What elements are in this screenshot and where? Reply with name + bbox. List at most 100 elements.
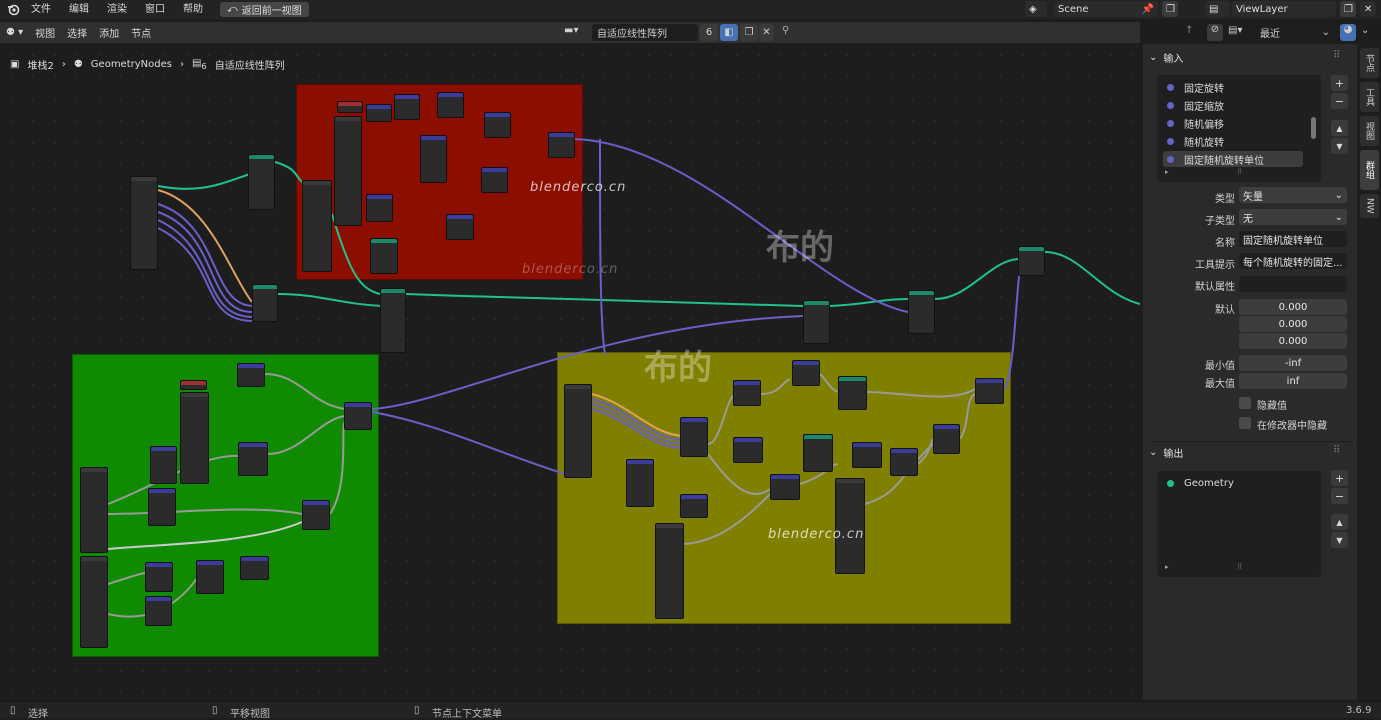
fake-user-icon[interactable]: ◧: [720, 24, 738, 41]
node[interactable]: [420, 135, 447, 183]
node[interactable]: [366, 194, 393, 222]
menu-file[interactable]: 文件: [22, 0, 60, 19]
node[interactable]: [80, 467, 108, 553]
node[interactable]: [180, 380, 207, 390]
drag-handle-icon[interactable]: ⠿: [1333, 50, 1340, 61]
menu-window[interactable]: 窗口: [136, 0, 174, 19]
outputs-panel-header[interactable]: ⌄ 输出: [1149, 442, 1183, 462]
node[interactable]: [344, 402, 372, 430]
tab-tool[interactable]: 工具: [1360, 82, 1379, 112]
drag-handle-icon[interactable]: ⠿: [1333, 445, 1340, 456]
node[interactable]: [770, 474, 800, 500]
remove-output-button[interactable]: −: [1331, 488, 1348, 504]
node[interactable]: [548, 132, 575, 158]
view-layer-selector-icon[interactable]: ▤: [1205, 1, 1229, 17]
view-layer-field[interactable]: ViewLayer: [1232, 1, 1336, 17]
tab-node[interactable]: 节点: [1360, 48, 1379, 78]
menu-edit[interactable]: 编辑: [60, 0, 98, 19]
node[interactable]: [240, 556, 269, 580]
node[interactable]: [145, 562, 173, 592]
expand-list-icon[interactable]: ▸: [1165, 168, 1169, 176]
resize-handle-icon[interactable]: ⠿: [1237, 563, 1242, 571]
output-item[interactable]: Geometry: [1163, 475, 1303, 491]
node[interactable]: [835, 478, 865, 574]
node[interactable]: [148, 488, 176, 526]
hide-value-checkbox[interactable]: [1239, 397, 1251, 409]
input-item[interactable]: 固定缩放: [1163, 97, 1303, 113]
header-menu-select[interactable]: 选择: [61, 25, 93, 40]
input-item[interactable]: 随机旋转: [1163, 133, 1303, 149]
node[interactable]: [437, 92, 464, 118]
node-tree-type-icon[interactable]: ▬▾: [564, 25, 578, 36]
move-up-button[interactable]: ▲: [1331, 120, 1348, 136]
add-output-button[interactable]: +: [1331, 470, 1348, 486]
node[interactable]: [150, 446, 177, 484]
node[interactable]: [145, 596, 172, 626]
node[interactable]: [733, 380, 761, 406]
parent-node-tree-icon[interactable]: ↑: [1185, 25, 1193, 36]
node[interactable]: [337, 101, 363, 113]
group-input-node[interactable]: [130, 176, 158, 270]
node[interactable]: [302, 180, 332, 272]
duplicate-icon[interactable]: ❐: [740, 24, 758, 41]
name-input[interactable]: 固定随机旋转单位: [1239, 231, 1347, 247]
scene-field[interactable]: Scene 📌: [1054, 1, 1158, 17]
node[interactable]: [933, 424, 960, 454]
tooltip-input[interactable]: 每个随机旋转的固定...: [1239, 253, 1347, 269]
add-input-button[interactable]: +: [1331, 75, 1348, 91]
resize-handle-icon[interactable]: ⠿: [1237, 168, 1242, 176]
node[interactable]: [564, 384, 592, 478]
node[interactable]: [180, 392, 209, 484]
snap-mode-icon[interactable]: ▤▾: [1228, 25, 1242, 36]
node[interactable]: [655, 523, 684, 619]
menu-help[interactable]: 帮助: [174, 0, 212, 19]
tab-group[interactable]: 群组: [1360, 150, 1379, 190]
node[interactable]: [237, 363, 265, 387]
remove-input-button[interactable]: −: [1331, 93, 1348, 109]
node[interactable]: [975, 378, 1004, 404]
default-y-field[interactable]: 0.000: [1239, 316, 1347, 332]
scene-selector-icon[interactable]: ◈: [1025, 1, 1047, 17]
header-menu-node[interactable]: 节点: [125, 25, 157, 40]
input-item[interactable]: 固定旋转: [1163, 79, 1303, 95]
editor-type-icon[interactable]: ⚉ ▾: [0, 27, 29, 38]
node[interactable]: [484, 112, 511, 138]
default-x-field[interactable]: 0.000: [1239, 299, 1347, 315]
node[interactable]: [680, 417, 708, 457]
subtype-select[interactable]: 无 ⌄: [1239, 209, 1347, 225]
header-menu-view[interactable]: 视图: [29, 25, 61, 40]
list-scrollbar[interactable]: [1311, 117, 1316, 139]
overlay-icon[interactable]: ◕: [1340, 24, 1356, 41]
blender-logo-icon[interactable]: [4, 0, 22, 19]
new-view-layer-icon[interactable]: ❐: [1340, 1, 1356, 17]
node[interactable]: [792, 360, 820, 386]
overlay-dropdown-icon[interactable]: ⌄: [1361, 25, 1369, 36]
node[interactable]: [481, 167, 508, 193]
node[interactable]: [238, 442, 268, 476]
unlink-icon[interactable]: ✕: [759, 24, 774, 41]
node[interactable]: [248, 154, 275, 210]
expand-list-icon[interactable]: ▸: [1165, 563, 1169, 571]
node[interactable]: [366, 104, 392, 122]
node[interactable]: [680, 494, 708, 518]
node[interactable]: [803, 434, 833, 472]
input-item-selected[interactable]: 固定随机旋转单位: [1163, 151, 1303, 167]
remove-view-layer-icon[interactable]: ✕: [1360, 1, 1376, 17]
node[interactable]: [252, 284, 278, 322]
node[interactable]: [370, 238, 398, 274]
node[interactable]: [908, 290, 935, 334]
node[interactable]: [626, 459, 654, 507]
pin-tree-icon[interactable]: ⚲: [782, 25, 789, 36]
node[interactable]: [803, 300, 830, 344]
back-to-previous-button[interactable]: ⤺ 返回前一视图: [220, 2, 309, 17]
tab-view[interactable]: 视图: [1360, 116, 1379, 146]
inputs-panel-header[interactable]: ⌄ 输入: [1149, 47, 1183, 67]
type-select[interactable]: 矢量 ⌄: [1239, 187, 1347, 203]
node[interactable]: [890, 448, 918, 476]
default-attribute-input[interactable]: [1239, 276, 1347, 292]
input-item[interactable]: 随机偏移: [1163, 115, 1303, 131]
node[interactable]: [733, 437, 763, 463]
node[interactable]: [334, 116, 362, 226]
move-up-button[interactable]: ▲: [1331, 514, 1348, 530]
move-down-button[interactable]: ▼: [1331, 532, 1348, 548]
